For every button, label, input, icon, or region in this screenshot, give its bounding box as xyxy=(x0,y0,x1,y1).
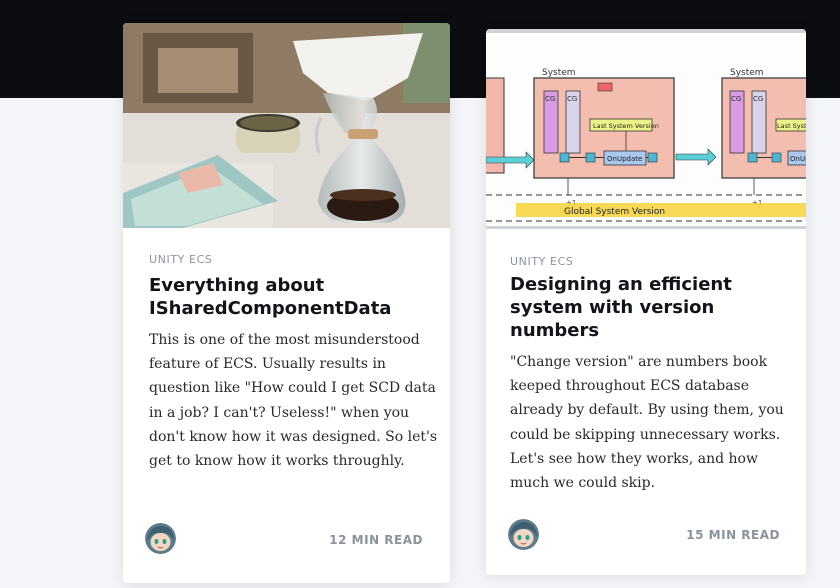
post-title[interactable]: Designing an efficient system with versi… xyxy=(510,273,795,342)
svg-text:CG: CG xyxy=(731,95,741,103)
post-card[interactable]: System CG CG Last System Version OnUpdat… xyxy=(486,29,806,575)
diagram-label-last-system-version: Last System Version xyxy=(593,122,659,130)
diagram-label-on-update: OnUpdate xyxy=(607,155,642,163)
diagram-label-system: System xyxy=(542,68,576,78)
diagram-label-last-system-version: Last System Version xyxy=(777,122,806,130)
svg-text:CG: CG xyxy=(567,95,577,103)
post-thumbnail[interactable]: System CG CG Last System Version OnUpdat… xyxy=(486,29,806,229)
coffee-dripper-photo xyxy=(123,23,450,228)
post-card[interactable]: UNITY ECS Everything about ISharedCompon… xyxy=(123,23,450,583)
post-excerpt: This is one of the most misunderstood fe… xyxy=(149,332,438,470)
post-thumbnail[interactable] xyxy=(123,23,450,228)
diagram-label-on-update: OnUpdate xyxy=(790,155,806,163)
svg-text:CG: CG xyxy=(753,95,763,103)
post-category[interactable]: UNITY ECS xyxy=(510,255,573,268)
diagram-label-system: System xyxy=(730,68,764,78)
post-category[interactable]: UNITY ECS xyxy=(149,253,212,266)
author-avatar-image xyxy=(508,519,539,550)
diagram-label-global-system-version: Global System Version xyxy=(564,207,665,217)
read-time: 12 MIN READ xyxy=(329,533,423,547)
svg-text:CG: CG xyxy=(545,95,555,103)
post-title[interactable]: Everything about ISharedComponentData xyxy=(149,274,439,320)
post-excerpt: "Change version" are numbers book keeped… xyxy=(510,354,784,492)
read-time: 15 MIN READ xyxy=(686,528,780,542)
author-avatar-image xyxy=(145,523,176,554)
author-avatar[interactable] xyxy=(508,519,539,550)
author-avatar[interactable] xyxy=(145,523,176,554)
system-version-diagram: System CG CG Last System Version OnUpdat… xyxy=(486,33,806,226)
